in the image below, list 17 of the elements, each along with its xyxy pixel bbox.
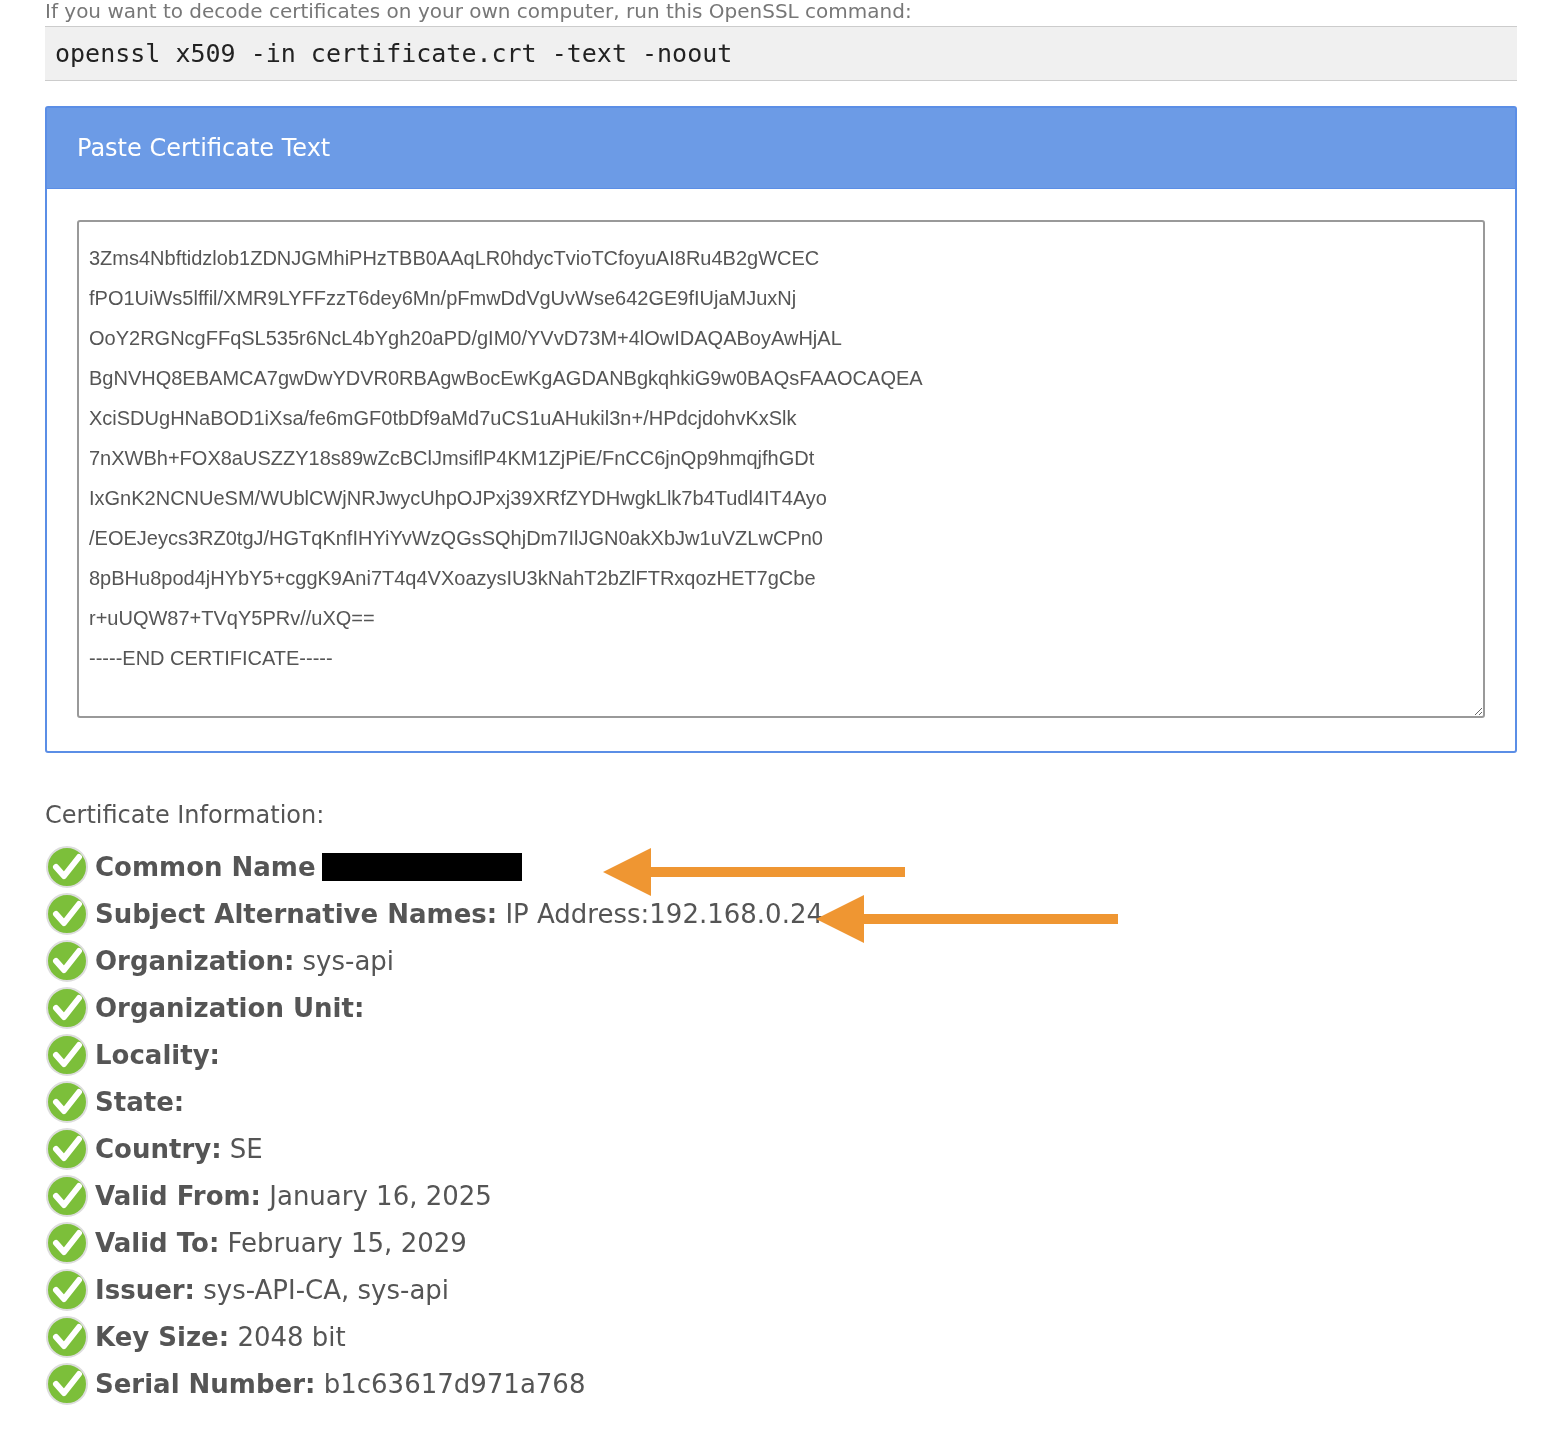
info-text: Serial Number: b1c63617d971a768 — [95, 1368, 586, 1399]
info-text: Organization Unit: — [95, 992, 365, 1023]
info-text: Valid To: February 15, 2029 — [95, 1227, 467, 1258]
info-text: Issuer: sys-API-CA, sys-api — [95, 1274, 450, 1305]
info-text: Country: SE — [95, 1133, 263, 1164]
panel-title: Paste Certificate Text — [47, 108, 1515, 189]
info-text: Organization: sys-api — [95, 945, 395, 976]
section-heading: Certificate Information: — [45, 801, 326, 829]
certificate-text-field[interactable]: 3Zms4Nbftidzlob1ZDNJGMhiPHzTBB0AAqLR0hdycTvioTCfoyuAI8Ru4B2gWCEC fPO1UiWs5lffil/XMR9LYFFzzT6dey6Mn/pFmwDdVgUvWse642GE9fIUjaMJuxNj OoY2RGNcgFFqSL535r6NcL4bYgh20aPD/gIM0/YVvD73M+4lOwIDAQABoyAwHjAL BgNVHQ8EBAMCA7gwDwYDVR0RBAgwBocEwKgAGDANBgkqhkiG9w0BAQsFAAOCAQEA XciSDUgHNaBOD1iXsa/fe6mGF0tbDf9aMd7uCS1uAHukil3n+/HPdcjdohvKxSlk 7nXWBh+FOX8aUSZZY18s89wZcBClJmsiflP4KM1ZjPiE/FnCC6jnQp9hmqjfhGDt IxGnK2NCNUeSM/WUblCWjNRJwycUhpOJPxj39XRfZYDHwgkLlk7b4Tudl4IT4Ayo /EOEJeycs3RZ0tgJ/HGTqKnfIHYiYvWzQGsSQhjDm7IlJGN0akXbJw1uVZLwCPn0 8pBHu8pod4jHYbY5+cggK9Ani7T4q4VXoazysIU3kNahT2bZlFTRxqozHET7gCbe r+uUQW87+TVqY5PRv//uXQ== -----END CERTIFICATE----- — [77, 220, 1485, 718]
info-text: State: — [95, 1086, 185, 1117]
command-code: openssl x509 -in certificate.crt -text -noout — [45, 26, 1517, 81]
info-text: Common Name — [95, 851, 316, 882]
info-text: Locality: — [95, 1039, 220, 1070]
info-text: Valid From: January 16, 2025 — [95, 1180, 492, 1211]
intro-text: If you want to decode certificates on your own computer, run this OpenSSL command: — [45, 0, 913, 22]
info-text: Subject Alternative Names: IP Address:192.168.0.24 — [95, 898, 823, 929]
info-text: Key Size: 2048 bit — [95, 1321, 346, 1352]
